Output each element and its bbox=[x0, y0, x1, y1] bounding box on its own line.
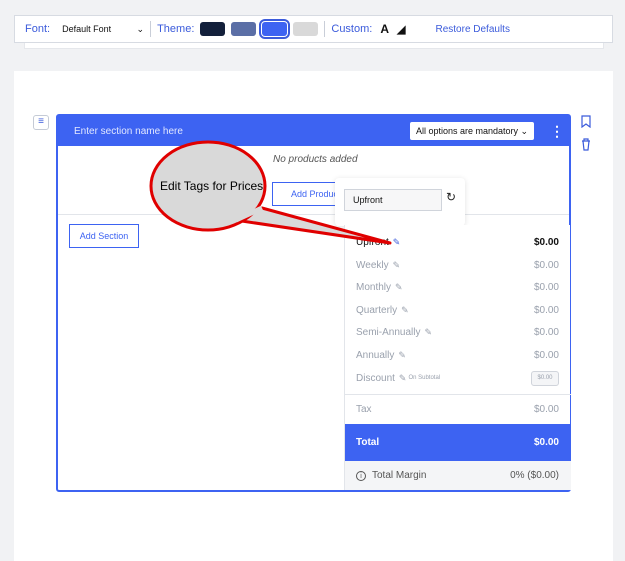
tag-name-input[interactable]: Upfront bbox=[344, 189, 442, 211]
pencil-icon[interactable]: ✎ bbox=[393, 237, 401, 248]
price-amount: $0.00 bbox=[533, 281, 559, 293]
restore-defaults-button[interactable]: Restore Defaults bbox=[435, 24, 509, 35]
toolbar: Font: Default Font ⌄ Theme: Custom: A ◢ … bbox=[14, 15, 613, 43]
font-label: Font: bbox=[25, 23, 51, 35]
total-label: Total bbox=[356, 437, 380, 448]
pencil-icon[interactable]: ✎ bbox=[395, 282, 403, 293]
pencil-icon[interactable]: ✎ bbox=[398, 350, 406, 361]
pencil-icon[interactable]: ✎ bbox=[393, 260, 401, 271]
discount-label: Discount bbox=[356, 372, 395, 384]
total-row: Total $0.00 bbox=[345, 424, 571, 461]
reset-icon[interactable]: ↻ bbox=[446, 190, 456, 204]
theme-swatch-gray[interactable] bbox=[293, 22, 319, 36]
chevron-down-icon: ⌄ bbox=[136, 23, 145, 34]
empty-products-text: No products added bbox=[273, 154, 358, 165]
tax-label: Tax bbox=[356, 403, 372, 415]
price-label: Weekly bbox=[356, 259, 389, 271]
margin-value: 0% ($0.00) bbox=[510, 470, 559, 481]
discount-input[interactable]: $0.00 bbox=[531, 370, 559, 386]
price-amount: $0.00 bbox=[533, 349, 559, 361]
price-label: Upfront bbox=[356, 236, 389, 248]
theme-swatch-blue[interactable] bbox=[259, 19, 291, 39]
theme-label: Theme: bbox=[157, 23, 195, 35]
section-divider bbox=[58, 214, 569, 215]
price-row-quarterly: Quarterly ✎ $0.00 bbox=[345, 299, 571, 321]
price-row-monthly: Monthly ✎ $0.00 bbox=[345, 276, 571, 298]
custom-label: Custom: bbox=[331, 23, 373, 35]
info-icon[interactable]: i bbox=[356, 470, 366, 481]
tag-edit-popup: Upfront ↻ bbox=[335, 178, 465, 226]
pencil-icon[interactable]: ✎ bbox=[399, 373, 407, 384]
section-header: Enter section name here All options are … bbox=[58, 116, 569, 146]
total-amount: $0.00 bbox=[533, 437, 559, 448]
pencil-icon[interactable]: ✎ bbox=[401, 305, 409, 316]
price-row-tax: Tax $0.00 bbox=[345, 398, 571, 420]
theme-swatch-navy[interactable] bbox=[200, 22, 226, 36]
mandatory-select-value: All options are mandatory bbox=[416, 126, 519, 136]
price-amount: $0.00 bbox=[533, 326, 559, 338]
bookmark-icon[interactable] bbox=[579, 115, 593, 129]
price-row-annually: Annually ✎ $0.00 bbox=[345, 344, 571, 366]
callout-text: Edit Tags for Prices bbox=[160, 179, 264, 193]
mandatory-select[interactable]: All options are mandatory ⌄ bbox=[410, 122, 534, 140]
price-amount: $0.00 bbox=[533, 259, 559, 271]
section-name-input[interactable]: Enter section name here bbox=[74, 126, 183, 137]
text-color-icon[interactable]: A bbox=[380, 22, 389, 36]
margin-row: i Total Margin 0% ($0.00) bbox=[345, 461, 571, 490]
price-amount: $0.00 bbox=[533, 304, 559, 316]
toolbar-divider bbox=[324, 21, 326, 37]
font-select[interactable]: Default Font ⌄ bbox=[62, 24, 144, 35]
section-side-actions bbox=[579, 115, 595, 161]
drag-handle-icon[interactable]: ≡ bbox=[33, 115, 49, 130]
price-label: Annually bbox=[356, 349, 395, 361]
price-summary: Upfront ✎ $0.00 Weekly ✎ $0.00 Monthly ✎… bbox=[344, 225, 571, 490]
page: Font: Default Font ⌄ Theme: Custom: A ◢ … bbox=[0, 0, 625, 561]
toolbar-underlay bbox=[24, 43, 604, 49]
price-amount: $0.00 bbox=[533, 236, 559, 248]
theme-swatch-slate[interactable] bbox=[231, 22, 257, 36]
price-row-upfront: Upfront ✎ $0.00 bbox=[345, 231, 571, 253]
tax-amount: $0.00 bbox=[533, 403, 559, 415]
add-section-button[interactable]: Add Section bbox=[69, 224, 139, 248]
price-label: Quarterly bbox=[356, 304, 398, 316]
font-select-value: Default Font bbox=[62, 24, 112, 34]
discount-note: On Subtotal bbox=[408, 375, 441, 381]
toolbar-divider bbox=[150, 21, 152, 37]
price-row-semi-annually: Semi-Annually ✎ $0.00 bbox=[345, 321, 571, 343]
margin-label: Total Margin bbox=[372, 470, 427, 481]
more-options-icon[interactable]: ⋮ bbox=[550, 124, 564, 138]
pencil-icon[interactable]: ✎ bbox=[424, 327, 432, 338]
price-row-weekly: Weekly ✎ $0.00 bbox=[345, 254, 571, 276]
price-row-discount: Discount ✎ On Subtotal $0.00 bbox=[345, 367, 571, 389]
trash-icon[interactable] bbox=[579, 138, 593, 152]
chevron-down-icon: ⌄ bbox=[520, 125, 528, 136]
price-label: Semi-Annually bbox=[356, 326, 421, 338]
price-divider bbox=[345, 394, 571, 395]
fill-color-icon[interactable]: ◢ bbox=[397, 23, 405, 36]
price-label: Monthly bbox=[356, 281, 392, 293]
